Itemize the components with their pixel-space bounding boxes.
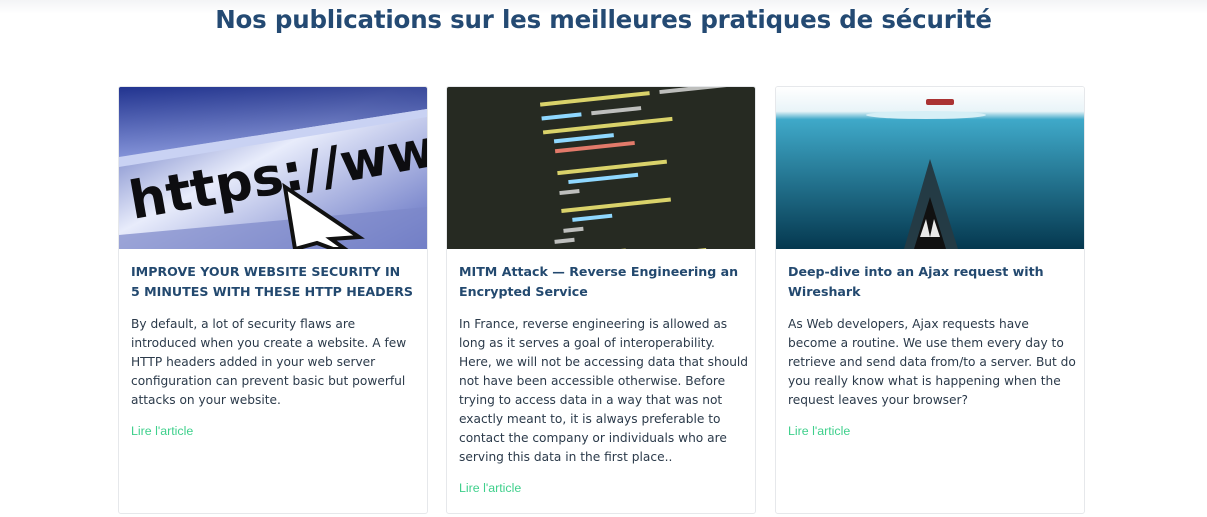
- article-card-wireshark[interactable]: Deep-dive into an Ajax request with Wire…: [775, 86, 1085, 514]
- article-card-http-headers[interactable]: https://www IMPROVE YOUR WEBSITE SECURIT…: [118, 86, 428, 514]
- shark-underwater-image[interactable]: [776, 87, 1084, 249]
- card-title[interactable]: MITM Attack — Reverse Engineering an Enc…: [459, 262, 749, 302]
- card-excerpt: By default, a lot of security flaws are …: [131, 317, 407, 407]
- card-title[interactable]: IMPROVE YOUR WEBSITE SECURITY IN 5 MINUT…: [131, 262, 421, 302]
- card-excerpt: In France, reverse engineering is allowe…: [459, 317, 749, 464]
- https-url-cursor-image[interactable]: https://www: [119, 87, 427, 249]
- article-card-mitm[interactable]: MITM Attack — Reverse Engineering an Enc…: [446, 86, 756, 514]
- card-excerpt: As Web developers, Ajax requests have be…: [788, 317, 1076, 407]
- card-title[interactable]: Deep-dive into an Ajax request with Wire…: [788, 262, 1078, 302]
- page-title: Nos publications sur les meilleures prat…: [215, 5, 992, 34]
- code-screen-image[interactable]: [447, 87, 755, 249]
- read-article-link[interactable]: Lire l'article: [459, 481, 521, 495]
- read-article-link[interactable]: Lire l'article: [131, 424, 193, 438]
- read-article-link[interactable]: Lire l'article: [788, 424, 850, 438]
